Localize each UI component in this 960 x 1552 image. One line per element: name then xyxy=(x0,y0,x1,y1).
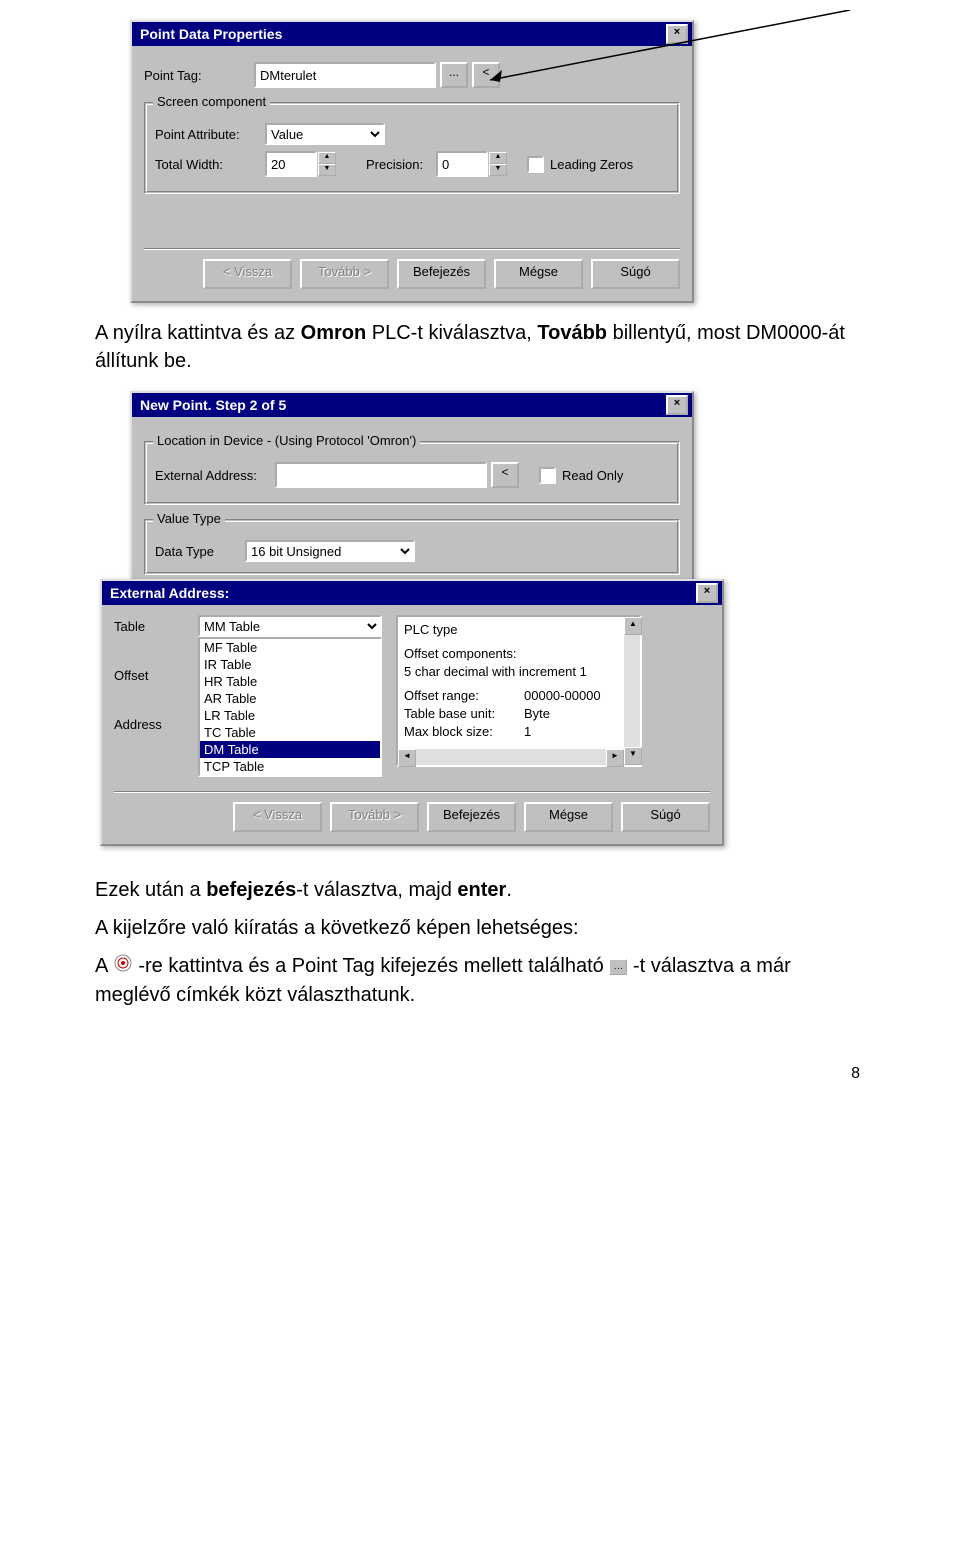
external-address-input[interactable] xyxy=(275,462,487,488)
location-in-device-title: Location in Device - (Using Protocol 'Om… xyxy=(153,433,420,448)
back-button[interactable]: < Vissza xyxy=(203,259,292,289)
dialog1-button-row: < Vissza Tovább > Befejezés Mégse Súgó xyxy=(144,248,680,289)
cancel-button[interactable]: Mégse xyxy=(494,259,583,289)
list-item[interactable]: DM Table xyxy=(200,741,380,758)
data-type-label: Data Type xyxy=(155,544,245,559)
back-arrow-button[interactable]: < xyxy=(491,462,519,488)
point-tag-input[interactable] xyxy=(254,62,436,88)
scroll-up-icon[interactable]: ▲ xyxy=(624,617,642,635)
target-icon xyxy=(113,953,133,981)
scroll-left-icon[interactable]: ◄ xyxy=(398,749,416,767)
dialog3-button-row: < Vissza Tovább > Befejezés Mégse Súgó xyxy=(114,791,710,832)
new-point-dialog: New Point. Step 2 of 5 × Location in Dev… xyxy=(130,391,694,581)
external-address-label: External Address: xyxy=(155,468,275,483)
total-width-label: Total Width: xyxy=(155,157,265,172)
list-item[interactable]: LR Table xyxy=(200,707,380,724)
leading-zeros-checkbox[interactable] xyxy=(527,156,544,173)
ellipsis-icon: … xyxy=(609,959,627,975)
next-button[interactable]: Tovább > xyxy=(300,259,389,289)
precision-label: Precision: xyxy=(366,157,436,172)
dialog1-titlebar[interactable]: Point Data Properties × xyxy=(132,22,692,46)
list-item[interactable]: HR Table xyxy=(200,673,380,690)
next-button[interactable]: Tovább > xyxy=(330,802,419,832)
help-button[interactable]: Súgó xyxy=(591,259,680,289)
plc-info-panel: PLC type Offset components: 5 char decim… xyxy=(396,615,642,767)
list-item[interactable]: MF Table xyxy=(200,639,380,656)
finish-button[interactable]: Befejezés xyxy=(427,802,516,832)
dialog2-title: New Point. Step 2 of 5 xyxy=(136,397,666,413)
external-address-dialog: External Address: × Table Offset Address… xyxy=(100,579,724,846)
help-button[interactable]: Súgó xyxy=(621,802,710,832)
dialog3-titlebar[interactable]: External Address: × xyxy=(102,581,722,605)
table-label: Table xyxy=(114,619,184,634)
page-number: 8 xyxy=(0,1025,960,1083)
read-only-checkbox[interactable] xyxy=(539,467,556,484)
list-item[interactable]: TC Table xyxy=(200,724,380,741)
total-width-input[interactable] xyxy=(265,151,317,177)
close-icon[interactable]: × xyxy=(666,24,688,44)
finish-button[interactable]: Befejezés xyxy=(397,259,486,289)
screen-component-title: Screen component xyxy=(153,94,270,109)
precision-spinner[interactable]: ▲▼ xyxy=(489,152,507,176)
screen-component-group: Screen component Point Attribute: Value … xyxy=(144,102,680,194)
list-item[interactable]: IR Table xyxy=(200,656,380,673)
point-tag-label: Point Tag: xyxy=(144,68,254,83)
precision-input[interactable] xyxy=(436,151,488,177)
point-attribute-label: Point Attribute: xyxy=(155,127,265,142)
close-icon[interactable]: × xyxy=(696,583,718,603)
data-type-select[interactable]: 16 bit Unsigned xyxy=(245,540,415,562)
point-data-properties-dialog: Point Data Properties × Point Tag: ... <… xyxy=(130,20,694,303)
address-label: Address xyxy=(114,717,184,732)
list-item[interactable]: AR Table xyxy=(200,690,380,707)
value-type-group: Value Type Data Type 16 bit Unsigned xyxy=(144,519,680,575)
table-select[interactable]: MM Table xyxy=(198,615,382,637)
paragraph-3: A kijelzőre való kiíratás a következő ké… xyxy=(95,914,865,942)
leading-zeros-label: Leading Zeros xyxy=(550,157,633,172)
info-scrollbar-vertical[interactable]: ▲ ▼ xyxy=(624,617,640,765)
paragraph-4: A -re kattintva és a Point Tag kifejezés… xyxy=(95,952,865,1009)
dialog3-title: External Address: xyxy=(106,585,696,601)
back-button[interactable]: < Vissza xyxy=(233,802,322,832)
point-attribute-select[interactable]: Value xyxy=(265,123,385,145)
ellipsis-button[interactable]: ... xyxy=(440,62,468,88)
table-listbox[interactable]: MF TableIR TableHR TableAR TableLR Table… xyxy=(198,637,382,777)
read-only-label: Read Only xyxy=(562,468,623,483)
value-type-title: Value Type xyxy=(153,511,225,526)
close-icon[interactable]: × xyxy=(666,395,688,415)
location-in-device-group: Location in Device - (Using Protocol 'Om… xyxy=(144,441,680,505)
info-scrollbar-horizontal[interactable]: ◄ ► xyxy=(398,749,624,765)
list-item[interactable]: TCP Table xyxy=(200,758,380,775)
total-width-spinner[interactable]: ▲▼ xyxy=(318,152,336,176)
cancel-button[interactable]: Mégse xyxy=(524,802,613,832)
offset-label: Offset xyxy=(114,668,184,683)
scroll-down-icon[interactable]: ▼ xyxy=(624,747,642,765)
paragraph-2: Ezek után a befejezés-t választva, majd … xyxy=(95,876,865,904)
scroll-right-icon[interactable]: ► xyxy=(606,749,624,767)
back-arrow-button[interactable]: < xyxy=(472,62,500,88)
dialog2-titlebar[interactable]: New Point. Step 2 of 5 × xyxy=(132,393,692,417)
paragraph-1: A nyílra kattintva és az Omron PLC-t kiv… xyxy=(95,319,865,375)
dialog1-title: Point Data Properties xyxy=(136,26,666,42)
